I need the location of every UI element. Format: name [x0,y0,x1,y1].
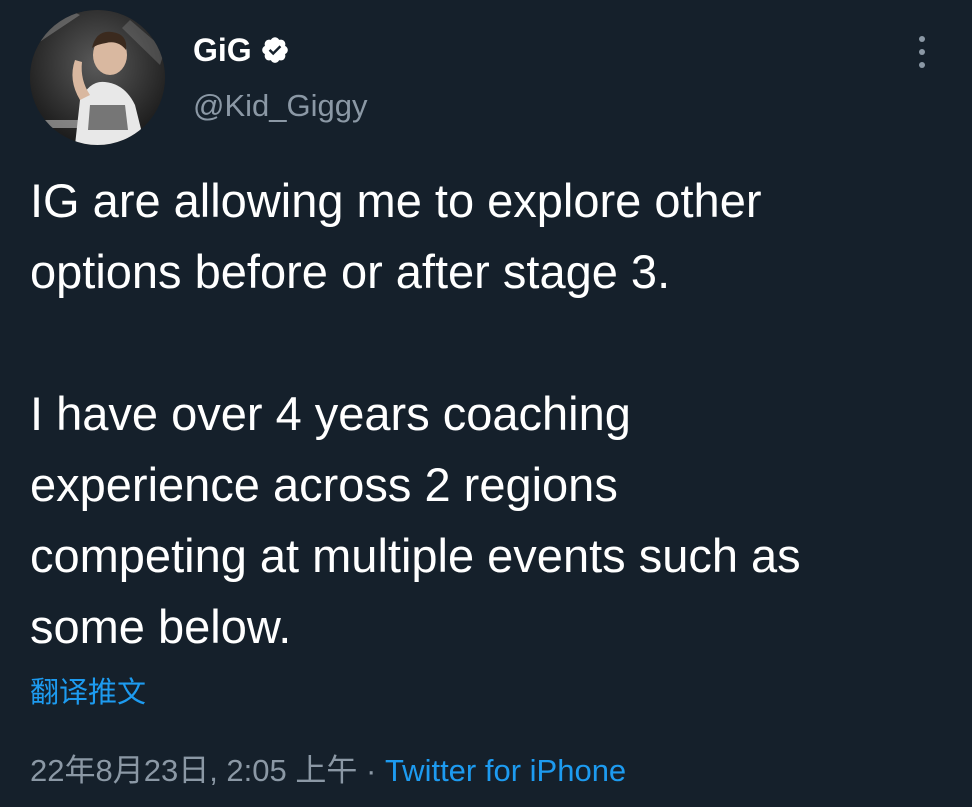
verified-badge-icon [261,37,288,63]
tweet-text: IG are allowing me to explore other opti… [30,165,950,662]
timestamp[interactable]: 22年8月23日, 2:05 上午 [30,753,357,788]
translate-tweet-link[interactable]: 翻译推文 [30,673,146,713]
source-link[interactable]: Twitter for iPhone [385,753,626,788]
tweet-meta: 22年8月23日, 2:05 上午 · Twitter for iPhone [30,751,626,791]
dot [919,49,925,55]
tweet-card: GiG @Kid_Giggy IG are allowing me to exp… [0,0,972,807]
dot [919,62,925,68]
display-name-text: GiG [193,32,252,68]
more-options-icon[interactable] [904,32,940,72]
user-handle[interactable]: @Kid_Giggy [193,86,368,126]
dot [919,36,925,42]
tweet-paragraph-2: I have over 4 years coaching experience … [30,387,801,653]
meta-separator: · [357,753,385,788]
display-name[interactable]: GiG [193,30,290,70]
tweet-paragraph-1: IG are allowing me to explore other opti… [30,174,762,298]
avatar[interactable] [30,10,165,145]
avatar-photo [30,10,165,145]
